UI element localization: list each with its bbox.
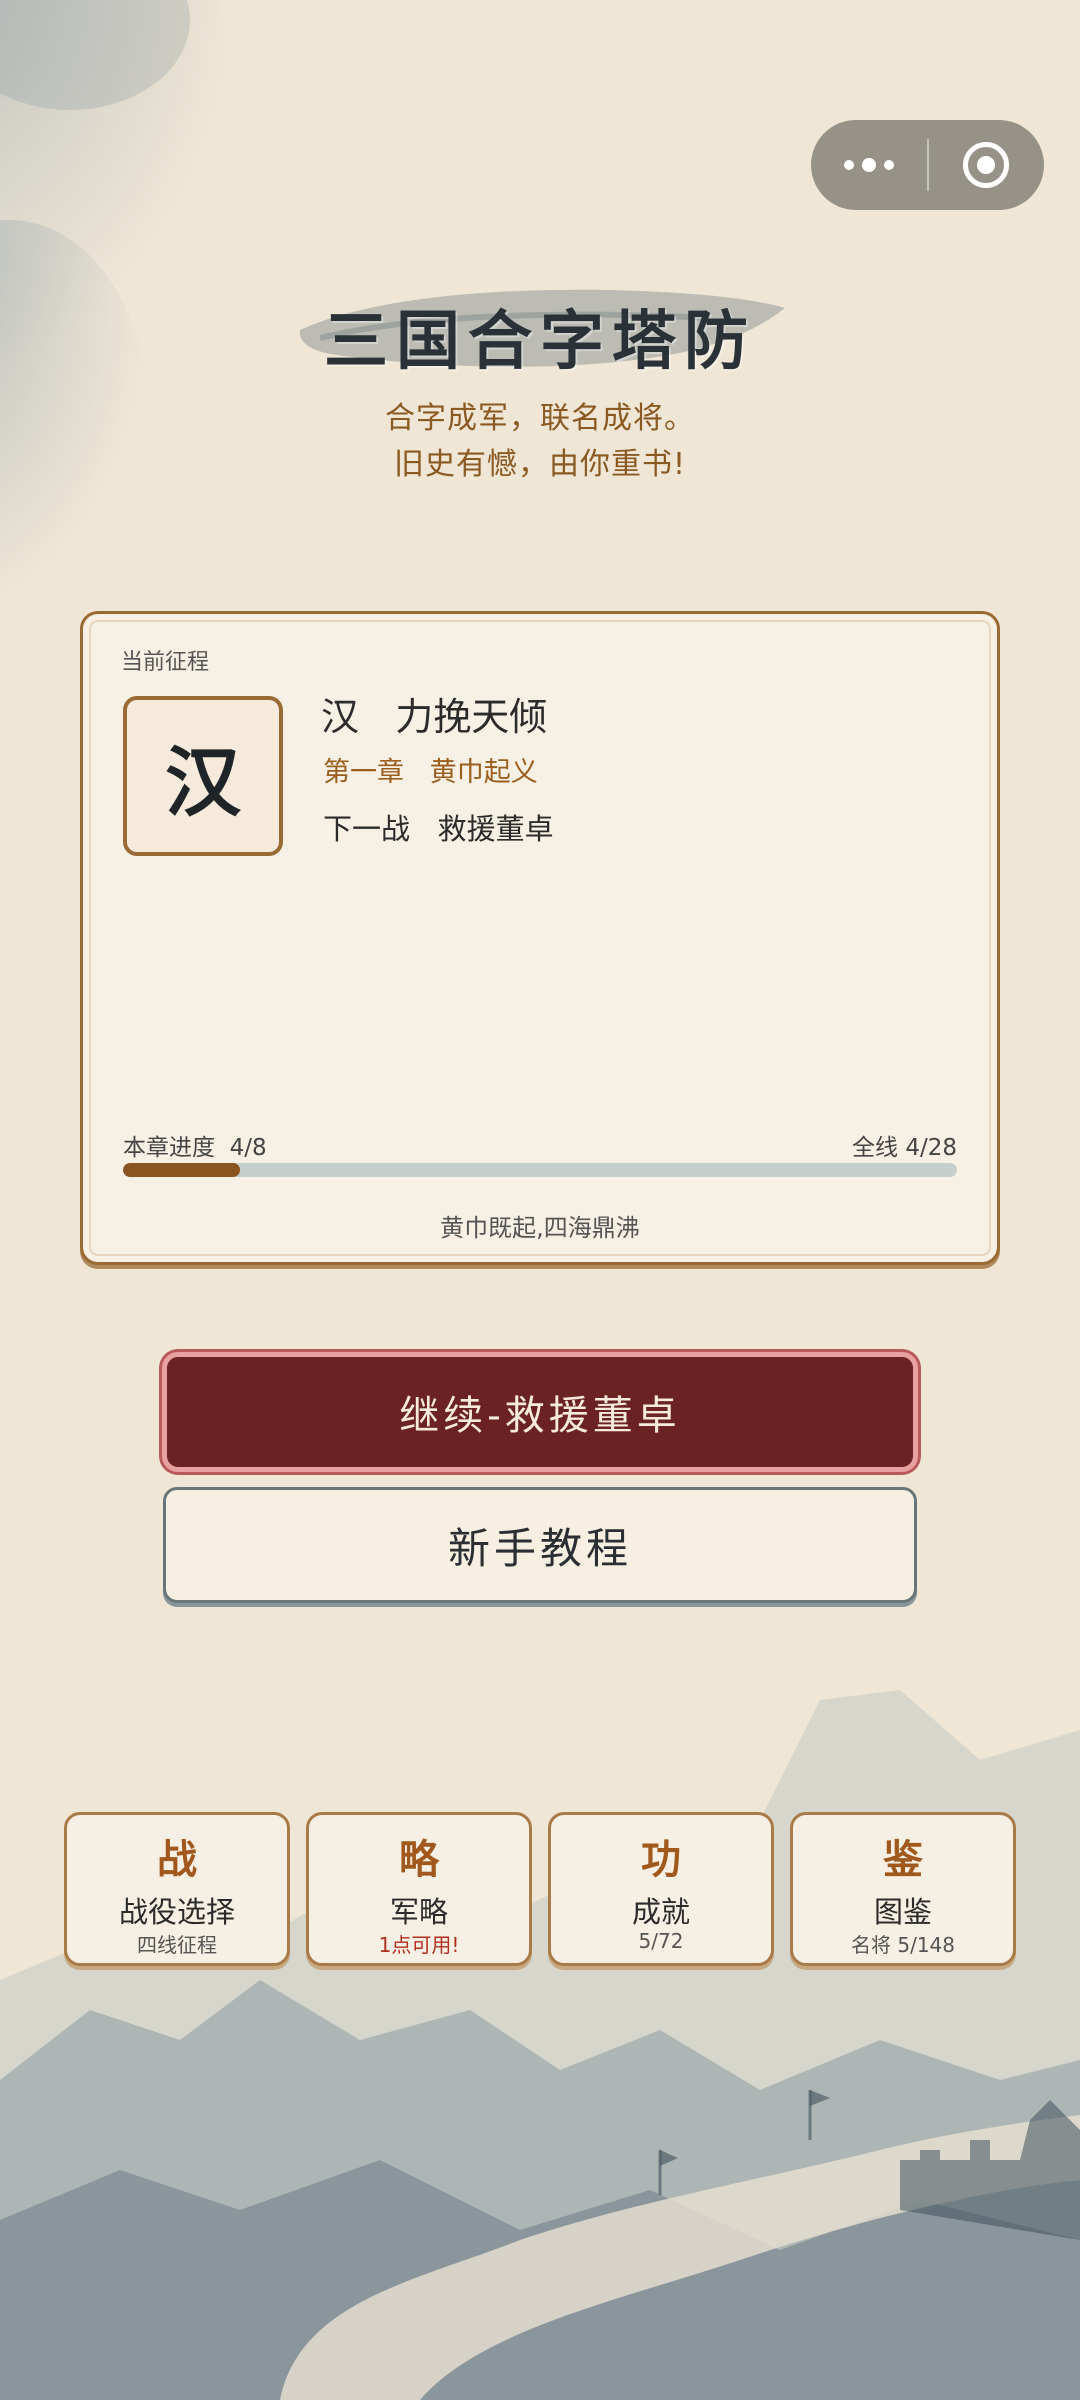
tile-sublabel: 名将 5/148: [851, 1933, 955, 1957]
tile-label: 图鉴: [873, 1895, 932, 1929]
achievement-glyph-icon: 功: [641, 1836, 681, 1883]
tile-achievements[interactable]: 功 成就 5/72: [548, 1812, 774, 1966]
tile-label: 成就: [631, 1895, 690, 1929]
tile-campaign-select[interactable]: 战 战役选择 四线征程: [64, 1812, 290, 1966]
chapter-progress-fill: [123, 1163, 240, 1177]
chapter-progress-label: 本章进度 4/8: [123, 1135, 267, 1161]
faction-seal: 汉: [123, 696, 283, 856]
game-subtitle: 合字成军，联名成将。 旧史有憾，由你重书!: [0, 396, 1080, 488]
chapter-quote: 黄巾既起,四海鼎沸: [440, 1214, 640, 1242]
more-menu-button[interactable]: [811, 120, 927, 210]
strategy-glyph-icon: 略: [399, 1836, 439, 1883]
faction-title: 汉 力挽天倾: [321, 695, 548, 739]
tile-codex[interactable]: 鉴 图鉴 名将 5/148: [790, 1812, 1016, 1966]
tile-sublabel: 5/72: [638, 1929, 684, 1953]
overall-progress-label: 全线 4/28: [852, 1135, 957, 1161]
chapter-name: 第一章 黄巾起义: [323, 757, 538, 788]
game-title: 三国合字塔防: [324, 304, 756, 379]
more-dots-icon: [843, 158, 894, 172]
subtitle-line-2: 旧史有憾，由你重书!: [393, 447, 687, 482]
tile-label: 战役选择: [118, 1895, 235, 1929]
tile-label: 军略: [389, 1895, 448, 1929]
tutorial-button[interactable]: 新手教程: [163, 1487, 917, 1603]
close-miniprogram-button[interactable]: [929, 120, 1045, 210]
tile-strategy[interactable]: 略 军略 1点可用!: [306, 1812, 532, 1966]
tile-sublabel: 四线征程: [137, 1933, 217, 1957]
current-campaign-card: 当前征程 汉 汉 力挽天倾 第一章 黄巾起义 下一战 救援董卓 本章进度 4/8…: [80, 611, 1000, 1265]
mini-program-capsule: [811, 120, 1044, 210]
continue-button[interactable]: 继续-救援董卓: [162, 1352, 918, 1472]
card-label: 当前征程: [121, 650, 210, 675]
next-battle: 下一战 救援董卓: [323, 812, 554, 846]
codex-glyph-icon: 鉴: [883, 1836, 923, 1883]
chapter-progress-bar: [123, 1163, 957, 1177]
target-close-icon: [963, 142, 1010, 188]
campaign-glyph-icon: 战: [157, 1836, 197, 1883]
subtitle-line-1: 合字成军，联名成将。: [385, 401, 695, 436]
tile-sublabel: 1点可用!: [378, 1933, 460, 1957]
